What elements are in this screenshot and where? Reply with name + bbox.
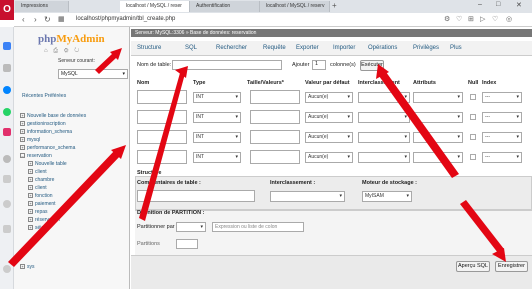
red-arrow [95, 48, 122, 74]
red-arrow [105, 60, 173, 73]
annotation-overlay [8, 48, 506, 267]
red-arrow-shaft [379, 72, 459, 178]
red-arrow-shaft [460, 200, 504, 253]
red-arrow-shaft [139, 70, 186, 221]
red-arrow-shaft [8, 149, 122, 267]
